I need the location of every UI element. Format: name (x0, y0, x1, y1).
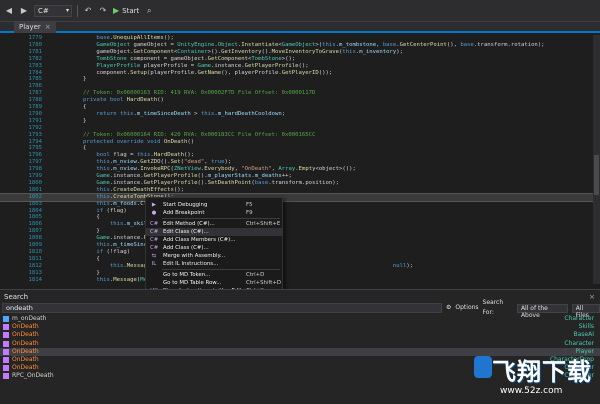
close-icon[interactable]: × (45, 22, 51, 33)
toolbar: ◀ ▶ C# ▾ ↶ ↷ ▶ Start ⌕ (0, 0, 600, 22)
menu-item-icon: C# (150, 229, 159, 235)
toolbar-separator (77, 4, 78, 17)
member-icon (3, 340, 9, 347)
result-name: OnDeath (12, 364, 39, 372)
menu-item[interactable]: Go to MD Token... Ctrl+D (146, 271, 282, 279)
menu-item-icon: C# (150, 237, 159, 243)
redo-icon[interactable]: ↷ (98, 6, 108, 16)
member-icon (3, 373, 9, 380)
gear-icon[interactable]: ⚙ (446, 303, 451, 313)
scope-select[interactable]: All of the Above (516, 303, 568, 319)
menu-item[interactable]: C# Edit Class (C#)... (146, 228, 282, 236)
menu-item[interactable]: ▶ Start Debugging F5 (146, 201, 282, 209)
menu-item-label: Edit Class (C#)... (163, 229, 209, 235)
member-icon (3, 316, 9, 322)
result-name: OnDeath (12, 331, 39, 339)
menu-item-shortcut: Ctrl+Shift+E (246, 221, 281, 227)
result-row[interactable]: OnDeath BaseAI (0, 331, 600, 339)
menu-item-icon: C# (150, 221, 159, 227)
result-type: Character (564, 315, 594, 322)
search-pane-title: Search (4, 293, 29, 301)
member-icon (3, 332, 9, 339)
menu-separator (162, 218, 280, 219)
start-button[interactable]: ▶ Start (113, 6, 139, 15)
result-type: Skills (578, 323, 594, 331)
brand-url: www.52z.com (500, 386, 563, 396)
code-line[interactable]: 1814 this.Message(MessageHud.M (0, 277, 593, 284)
result-name: OnDeath (12, 323, 39, 331)
back-icon[interactable]: ◀ (4, 6, 14, 16)
result-row[interactable]: m_onDeath Character (0, 315, 600, 323)
menu-item-icon: ▶ (151, 202, 157, 208)
result-name: RPC_OnDeath (12, 372, 54, 380)
menu-item-label: Go to MD Token... (163, 272, 211, 278)
menu-item-shortcut: F5 (246, 202, 253, 208)
menu-item-shortcut: Ctrl+Shift+D (246, 280, 282, 286)
search-icon[interactable]: ⌕ (144, 6, 154, 16)
menu-separator (162, 269, 280, 270)
result-type: BaseAI (573, 331, 594, 339)
menu-item[interactable]: C# Add Class Members (C#)... (146, 236, 282, 244)
language-select[interactable]: C# ▾ (34, 4, 72, 17)
menu-item-label: Start Debugging (163, 202, 208, 208)
menu-item-label: Add Breakpoint (163, 210, 205, 216)
result-name: OnDeath (12, 339, 39, 347)
menu-item[interactable]: Go to MD Table Row... Ctrl+Shift+D (146, 279, 282, 287)
menu-item-label: Edit IL Instructions... (163, 261, 219, 267)
menu-item-icon: ⇆ (151, 253, 157, 259)
tab-player[interactable]: Player × (14, 22, 56, 33)
chevron-down-icon: ▾ (65, 6, 69, 14)
close-icon[interactable]: × (589, 293, 595, 301)
result-name: OnDeath (12, 347, 39, 355)
menu-item-icon: C# (150, 245, 159, 251)
menu-item[interactable]: C# Add Class (C#)... (146, 244, 282, 252)
member-icon (3, 357, 9, 363)
tab-bar: Player × (0, 22, 600, 33)
result-name: OnDeath (12, 356, 39, 363)
editor-scrollbar[interactable] (593, 35, 600, 284)
brand-logo-icon (474, 356, 492, 378)
forward-icon[interactable]: ▶ (19, 6, 29, 16)
line-number: 1814 (28, 276, 42, 283)
undo-icon[interactable]: ↶ (83, 6, 93, 16)
menu-item-icon: ● (151, 210, 157, 216)
menu-item-shortcut: F9 (246, 210, 253, 216)
member-icon (3, 348, 9, 355)
menu-item[interactable]: IL Edit IL Instructions... (146, 260, 282, 268)
brand-text: 飞翔下载 (492, 358, 592, 386)
menu-item-label: Add Class Members (C#)... (163, 237, 236, 243)
menu-item[interactable]: ● Add Breakpoint F9 (146, 209, 282, 217)
code-editor[interactable]: 1779 base.UnequipAllItems(); 1780 GameObj… (0, 35, 593, 284)
member-icon (3, 365, 9, 372)
member-icon (3, 324, 9, 331)
result-name: m_onDeath (12, 315, 47, 322)
menu-item-label: Edit Method (C#)... (163, 221, 215, 227)
search-query: ondeath (6, 304, 33, 312)
files-select[interactable]: All Files (571, 303, 600, 319)
options-button[interactable]: Options (455, 303, 478, 313)
menu-item[interactable]: C# Edit Method (C#)... Ctrl+Shift+E (146, 220, 282, 228)
language-value: C# (38, 6, 49, 15)
menu-item[interactable]: ⇆ Merge with Assembly... (146, 252, 282, 260)
result-row[interactable]: OnDeath Skills (0, 323, 600, 331)
tab-label: Player (19, 23, 41, 31)
menu-item-label: Go to MD Table Row... (163, 280, 222, 286)
scrollbar-thumb[interactable] (594, 155, 599, 195)
menu-item-icon: IL (151, 261, 157, 267)
site-watermark: 飞翔下载 www.52z.com (472, 346, 600, 404)
menu-item-label: Merge with Assembly... (163, 253, 226, 259)
search-input[interactable]: ondeath (2, 303, 442, 313)
play-icon: ▶ (113, 6, 120, 15)
menu-item-label: Add Class (C#)... (163, 245, 209, 251)
start-label: Start (122, 6, 140, 15)
menu-item-shortcut: Ctrl+D (246, 272, 265, 278)
search-options: ⚙ Options Search For: All of the Above A… (446, 299, 600, 319)
